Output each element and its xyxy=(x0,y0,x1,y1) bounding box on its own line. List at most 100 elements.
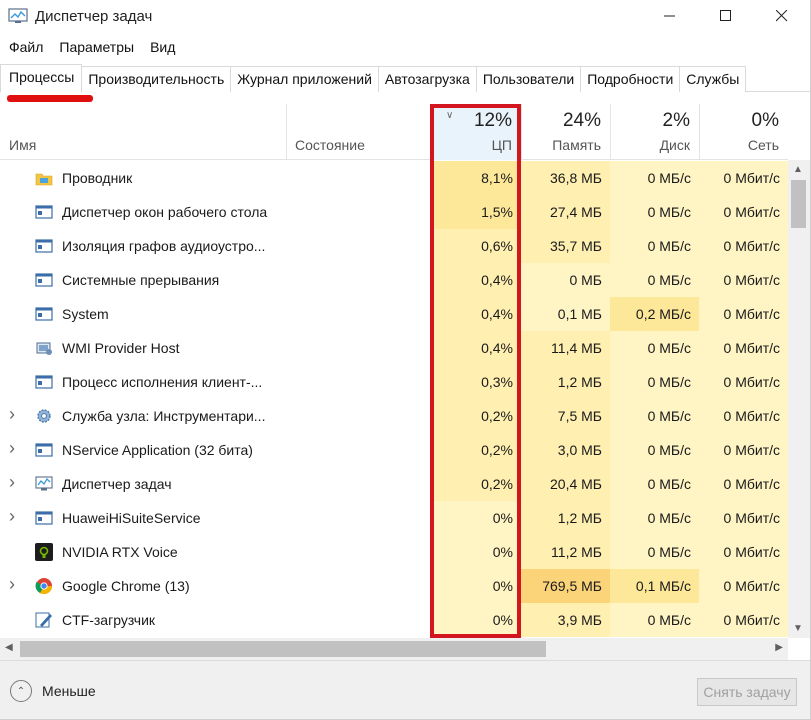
expand-chevron-icon[interactable]: › xyxy=(9,404,15,425)
process-name: NVIDIA RTX Voice xyxy=(62,544,178,560)
horizontal-scroll-thumb[interactable] xyxy=(20,641,546,657)
column-memory[interactable]: 24% Память xyxy=(521,104,610,160)
process-row[interactable]: Проводник 8,1% 36,8 МБ 0 МБ/с 0 Мбит/с xyxy=(0,161,788,195)
process-memory: 27,4 МБ xyxy=(521,195,610,229)
process-cpu: 0% xyxy=(433,501,521,535)
process-row[interactable]: › Диспетчер задач 0,2% 20,4 МБ 0 МБ/с 0 Мбит/… xyxy=(0,467,788,501)
process-name: NService Application (32 бита) xyxy=(62,442,253,458)
task-manager-icon xyxy=(8,8,28,23)
process-memory: 3,0 МБ xyxy=(521,433,610,467)
column-cpu-label: ЦП xyxy=(491,137,512,153)
column-name[interactable]: Имя xyxy=(0,104,286,160)
process-row[interactable]: Диспетчер окон рабочего стола 1,5% 27,4 МБ… xyxy=(0,195,788,229)
expand-chevron-icon[interactable]: › xyxy=(9,574,15,595)
column-status[interactable]: Состояние xyxy=(286,104,433,160)
explorer-icon xyxy=(35,169,53,187)
process-memory: 3,9 МБ xyxy=(521,603,610,637)
process-memory: 769,5 МБ xyxy=(521,569,610,603)
horizontal-scrollbar[interactable]: ◀ ▶ xyxy=(0,638,788,660)
menu-view[interactable]: Вид xyxy=(142,36,183,58)
menu-options[interactable]: Параметры xyxy=(51,36,142,58)
red-underline-annotation xyxy=(7,95,93,102)
process-disk: 0 МБ/с xyxy=(610,161,699,195)
process-row[interactable]: NVIDIA RTX Voice 0% 11,2 МБ 0 МБ/с 0 Мбит/с xyxy=(0,535,788,569)
tab-services[interactable]: Службы xyxy=(680,66,747,92)
process-row[interactable]: WMI Provider Host 0,4% 11,4 МБ 0 МБ/с 0 Мбит… xyxy=(0,331,788,365)
column-cpu[interactable]: ∨ 12% ЦП xyxy=(433,104,521,160)
process-cpu: 0,2% xyxy=(433,399,521,433)
tab-app-history[interactable]: Журнал приложений xyxy=(231,66,379,92)
column-network[interactable]: 0% Сеть xyxy=(699,104,788,160)
process-cpu: 8,1% xyxy=(433,161,521,195)
maximize-button[interactable] xyxy=(702,0,750,32)
process-row[interactable]: System 0,4% 0,1 МБ 0,2 МБ/с 0 Мбит/с xyxy=(0,297,788,331)
scroll-up-icon[interactable]: ▲ xyxy=(793,164,803,175)
maximize-icon xyxy=(720,10,731,21)
title-bar: Диспетчер задач xyxy=(0,0,811,34)
gear-service-icon xyxy=(35,407,53,425)
process-cpu: 1,5% xyxy=(433,195,521,229)
process-cpu: 0,2% xyxy=(433,433,521,467)
process-list: Проводник 8,1% 36,8 МБ 0 МБ/с 0 Мбит/с Диспет… xyxy=(0,161,788,638)
minimize-button[interactable] xyxy=(646,0,694,32)
process-network: 0 Мбит/с xyxy=(699,399,788,433)
chrome-icon xyxy=(35,577,53,595)
scroll-down-icon[interactable]: ▼ xyxy=(793,623,803,634)
process-disk: 0 МБ/с xyxy=(610,467,699,501)
process-name: Изоляция графов аудиоустро... xyxy=(62,238,266,254)
column-name-label: Имя xyxy=(9,137,37,153)
tab-details[interactable]: Подробности xyxy=(581,66,681,92)
fewer-details-button[interactable]: ⌃ Меньше xyxy=(10,679,96,703)
menu-file[interactable]: Файл xyxy=(0,36,51,58)
column-disk[interactable]: 2% Диск xyxy=(610,104,699,160)
process-name: WMI Provider Host xyxy=(62,340,180,356)
process-name: System xyxy=(62,306,109,322)
process-row[interactable]: Изоляция графов аудиоустро... 0,6% 35,7 МБ… xyxy=(0,229,788,263)
process-memory: 35,7 МБ xyxy=(521,229,610,263)
process-disk: 0 МБ/с xyxy=(610,535,699,569)
process-network: 0 Мбит/с xyxy=(699,569,788,603)
process-name: Системные прерывания xyxy=(62,272,220,288)
vertical-scrollbar[interactable]: ▲ ▼ xyxy=(788,160,810,638)
process-row[interactable]: › Google Chrome (13) 0% 769,5 МБ 0,1 МБ/с 0 М… xyxy=(0,569,788,603)
process-network: 0 Мбит/с xyxy=(699,365,788,399)
process-row[interactable]: Системные прерывания 0,4% 0 МБ 0 МБ/с 0 Мбит… xyxy=(0,263,788,297)
tab-processes[interactable]: Процессы xyxy=(0,64,83,93)
process-disk: 0 МБ/с xyxy=(610,331,699,365)
process-memory: 1,2 МБ xyxy=(521,365,610,399)
process-cpu: 0,4% xyxy=(433,297,521,331)
expand-chevron-icon[interactable]: › xyxy=(9,506,15,527)
tab-startup[interactable]: Автозагрузка xyxy=(378,66,477,92)
process-memory: 11,4 МБ xyxy=(521,331,610,365)
process-network: 0 Мбит/с xyxy=(699,263,788,297)
end-task-button[interactable]: Снять задачу xyxy=(697,678,797,706)
expand-chevron-icon[interactable]: › xyxy=(9,472,15,493)
process-row[interactable]: › Служба узла: Инструментари... 0,2% 7,5 МБ… xyxy=(0,399,788,433)
process-disk: 0 МБ/с xyxy=(610,433,699,467)
process-disk: 0 МБ/с xyxy=(610,195,699,229)
process-name: Диспетчер задач xyxy=(62,476,172,492)
process-row[interactable]: › HuaweiHiSuiteService 0% 1,2 МБ 0 МБ/с 0 Мби… xyxy=(0,501,788,535)
process-network: 0 Мбит/с xyxy=(699,297,788,331)
window-app-icon xyxy=(35,237,53,255)
tab-users[interactable]: Пользователи xyxy=(476,66,582,92)
process-memory: 1,2 МБ xyxy=(521,501,610,535)
vertical-scroll-thumb[interactable] xyxy=(791,180,806,228)
tab-performance[interactable]: Производительность xyxy=(82,66,232,92)
scroll-right-icon[interactable]: ▶ xyxy=(775,642,783,653)
process-network: 0 Мбит/с xyxy=(699,195,788,229)
process-cpu: 0% xyxy=(433,569,521,603)
process-row[interactable]: CTF-загрузчик 0% 3,9 МБ 0 МБ/с 0 Мбит/с xyxy=(0,603,788,637)
process-network: 0 Мбит/с xyxy=(699,467,788,501)
footer: ⌃ Меньше Снять задачу xyxy=(0,660,811,720)
process-disk: 0,2 МБ/с xyxy=(610,297,699,331)
expand-chevron-icon[interactable]: › xyxy=(9,438,15,459)
scroll-left-icon[interactable]: ◀ xyxy=(5,642,13,653)
process-memory: 20,4 МБ xyxy=(521,467,610,501)
process-row[interactable]: › NService Application (32 бита) 0,2% 3,0 М… xyxy=(0,433,788,467)
process-row[interactable]: Процесс исполнения клиент-... 0,3% 1,2 МБ 0… xyxy=(0,365,788,399)
fewer-details-label: Меньше xyxy=(42,683,96,699)
column-network-label: Сеть xyxy=(747,137,779,153)
sort-down-icon: ∨ xyxy=(446,110,454,121)
close-button[interactable] xyxy=(758,0,806,32)
